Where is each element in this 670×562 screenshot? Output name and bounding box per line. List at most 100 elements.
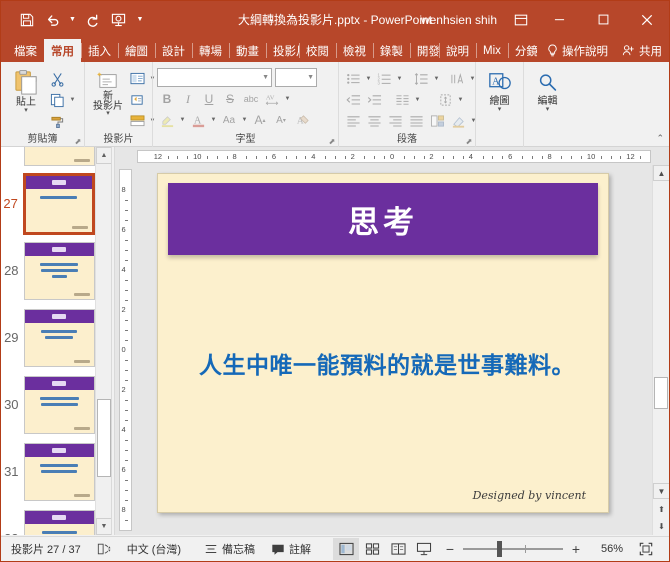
paragraph-dialog-launcher[interactable]: ⬈ bbox=[464, 136, 474, 146]
previous-slide-button[interactable]: ⬆ bbox=[653, 501, 669, 517]
columns-chevron-down-icon[interactable]: ▼ bbox=[413, 90, 422, 110]
format-painter-icon[interactable] bbox=[47, 111, 67, 131]
collapse-ribbon-chevron-up-icon[interactable]: ⌃ bbox=[656, 133, 664, 144]
tab-developer[interactable]: 開發人員 bbox=[409, 39, 439, 62]
slide-thumbnail-preview[interactable] bbox=[23, 442, 95, 501]
ribbon-display-options-icon[interactable] bbox=[505, 7, 537, 33]
character-spacing-chevron-down-icon[interactable]: ▼ bbox=[283, 89, 292, 109]
slide-thumbnail-30[interactable]: 30 bbox=[1, 371, 95, 438]
slide-thumbnail-26[interactable]: 26 bbox=[1, 147, 95, 170]
character-spacing-icon[interactable]: AV bbox=[262, 89, 282, 109]
tab-file[interactable]: 檔案 bbox=[7, 39, 44, 62]
clipboard-dialog-launcher[interactable]: ⬈ bbox=[73, 136, 83, 146]
slide-thumbnail-31[interactable]: 31 bbox=[1, 438, 95, 505]
slide-counter[interactable]: 投影片 27 / 37 bbox=[1, 537, 89, 562]
slide-thumbnail-preview[interactable] bbox=[23, 509, 95, 535]
zoom-out-button[interactable]: − bbox=[443, 538, 457, 560]
text-highlight-icon[interactable] bbox=[157, 110, 177, 130]
slide-thumbnail-28[interactable]: 28 bbox=[1, 237, 95, 304]
reading-view-icon[interactable] bbox=[385, 538, 411, 560]
slide-scrollbar-thumb[interactable] bbox=[654, 377, 668, 409]
tab-recording[interactable]: 錄製 bbox=[372, 39, 410, 62]
slide-thumbnail-32[interactable]: 32 bbox=[1, 505, 95, 535]
slide-layout-icon[interactable] bbox=[127, 69, 147, 89]
redo-icon[interactable] bbox=[80, 8, 104, 32]
tab-help[interactable]: 說明 bbox=[439, 39, 476, 62]
align-text-chevron-down-icon[interactable]: ▼ bbox=[456, 90, 465, 110]
paste-button[interactable]: 貼上 ▾ bbox=[5, 67, 47, 116]
slide-thumbnail-preview[interactable] bbox=[22, 172, 95, 235]
save-icon[interactable] bbox=[15, 8, 39, 32]
drawing-chevron-down-icon[interactable]: ▾ bbox=[498, 106, 502, 113]
align-left-icon[interactable] bbox=[343, 111, 363, 131]
font-dialog-launcher[interactable]: ⬈ bbox=[327, 136, 337, 146]
section-icon[interactable] bbox=[127, 111, 147, 131]
strikethrough-button[interactable]: S bbox=[220, 89, 240, 109]
zoom-slider[interactable] bbox=[463, 541, 563, 557]
maximize-button[interactable] bbox=[581, 1, 625, 38]
present-icon[interactable] bbox=[106, 8, 130, 32]
editing-button[interactable]: 編輯 ▾ bbox=[527, 69, 569, 115]
scroll-down-arrow-icon[interactable]: ▼ bbox=[653, 483, 669, 499]
slide-thumbnail-preview[interactable] bbox=[23, 147, 95, 166]
tab-mix[interactable]: Mix bbox=[476, 39, 508, 62]
close-button[interactable] bbox=[625, 1, 669, 38]
tab-storyboarding[interactable]: 分鏡腳本 bbox=[507, 39, 537, 62]
font-name-chevron-down-icon[interactable]: ▼ bbox=[258, 74, 269, 81]
scroll-up-arrow-icon[interactable]: ▲ bbox=[653, 165, 669, 181]
align-text-icon[interactable] bbox=[435, 90, 455, 110]
tab-review[interactable]: 校閱 bbox=[298, 39, 336, 62]
new-slide-button[interactable]: 新投影片 ▾ bbox=[89, 69, 127, 119]
tab-design[interactable]: 設計 bbox=[155, 39, 192, 62]
slide-thumbnail-27[interactable]: 27 bbox=[1, 170, 95, 237]
underline-button[interactable]: U bbox=[199, 89, 219, 109]
convert-smartart-icon[interactable] bbox=[427, 111, 447, 131]
font-name-input[interactable]: ▼ bbox=[157, 68, 272, 87]
slideshow-icon[interactable] bbox=[411, 538, 437, 560]
clear-formatting-icon[interactable]: A bbox=[292, 110, 312, 130]
accessibility-check-icon[interactable] bbox=[89, 537, 119, 562]
tab-insert[interactable]: 插入 bbox=[81, 39, 118, 62]
text-highlight-chevron-down-icon[interactable]: ▼ bbox=[178, 110, 187, 130]
thumbnail-scroll-up-arrow-icon[interactable]: ▲ bbox=[96, 147, 111, 164]
tab-draw[interactable]: 繪圖 bbox=[118, 39, 155, 62]
increase-indent-icon[interactable] bbox=[364, 90, 384, 110]
notes-button[interactable]: 備忘稿 bbox=[196, 537, 263, 562]
tab-home[interactable]: 常用 bbox=[44, 39, 81, 62]
language-indicator[interactable]: 中文 (台灣) bbox=[119, 537, 189, 562]
text-shadow-button[interactable]: abc bbox=[241, 89, 261, 109]
justify-icon[interactable] bbox=[406, 111, 426, 131]
numbering-chevron-down-icon[interactable]: ▼ bbox=[395, 69, 404, 89]
account-name[interactable]: wenhsien shih bbox=[413, 13, 505, 27]
copy-chevron-down-icon[interactable]: ▼ bbox=[68, 90, 77, 110]
change-case-icon[interactable]: Aa bbox=[219, 110, 239, 130]
line-spacing-chevron-down-icon[interactable]: ▼ bbox=[432, 69, 441, 89]
paste-chevron-down-icon[interactable]: ▾ bbox=[24, 107, 28, 114]
slide-thumbnail-preview[interactable] bbox=[23, 308, 95, 367]
slide-vertical-scrollbar[interactable]: ▲ ▼ ⬆ ⬇ bbox=[652, 165, 669, 535]
undo-icon[interactable] bbox=[41, 8, 65, 32]
thumbnail-scrollbar-thumb[interactable] bbox=[97, 399, 111, 477]
align-center-icon[interactable] bbox=[364, 111, 384, 131]
decrease-font-size-icon[interactable]: A ▾ bbox=[271, 110, 291, 130]
reset-slide-icon[interactable] bbox=[127, 90, 147, 110]
slide-title-placeholder[interactable]: 思考 bbox=[168, 183, 598, 255]
bold-button[interactable]: B bbox=[157, 89, 177, 109]
tab-view[interactable]: 檢視 bbox=[335, 39, 373, 62]
copy-icon[interactable] bbox=[47, 90, 67, 110]
font-color-chevron-down-icon[interactable]: ▼ bbox=[209, 110, 218, 130]
bullets-icon[interactable] bbox=[343, 69, 363, 89]
tab-slide-show[interactable]: 投影片放映 bbox=[266, 39, 299, 62]
zoom-in-button[interactable]: + bbox=[569, 538, 583, 560]
columns-icon[interactable] bbox=[392, 90, 412, 110]
numbering-icon[interactable]: 123 bbox=[374, 69, 394, 89]
new-slide-chevron-down-icon[interactable]: ▾ bbox=[106, 110, 110, 117]
text-direction-icon[interactable] bbox=[447, 69, 467, 89]
font-size-input[interactable]: ▼ bbox=[275, 68, 317, 87]
minimize-button[interactable] bbox=[537, 1, 581, 38]
zoom-slider-thumb[interactable] bbox=[497, 541, 502, 557]
comments-button[interactable]: 註解 bbox=[263, 537, 319, 562]
drawing-button[interactable]: A 繪圖 ▾ bbox=[479, 69, 521, 115]
tab-animations[interactable]: 動畫 bbox=[229, 39, 266, 62]
tab-transitions[interactable]: 轉場 bbox=[192, 39, 229, 62]
